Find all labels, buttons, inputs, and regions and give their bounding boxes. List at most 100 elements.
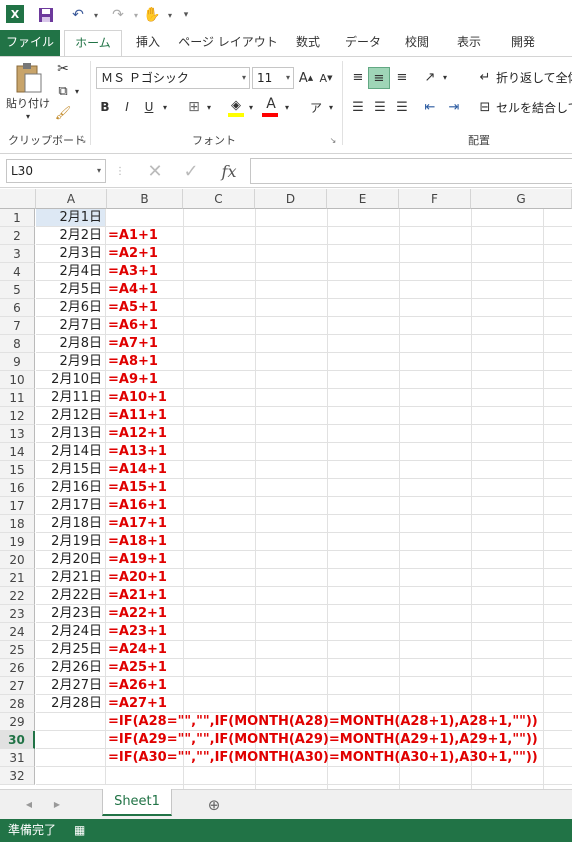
- cell-a[interactable]: [36, 713, 106, 731]
- row-header[interactable]: 1: [0, 209, 35, 227]
- formula-input[interactable]: [250, 158, 572, 184]
- fill-color-dropdown-icon[interactable]: ▾: [246, 97, 256, 117]
- column-header-b[interactable]: B: [107, 189, 183, 209]
- wrap-text-button[interactable]: 折り返して全体を: [496, 69, 572, 87]
- macro-record-icon[interactable]: ▦: [74, 819, 85, 842]
- cell-b[interactable]: =A20+1: [108, 569, 167, 587]
- paste-dropdown-icon[interactable]: ▾: [4, 111, 52, 121]
- tab-view[interactable]: 表示: [446, 30, 492, 56]
- copy-dropdown-icon[interactable]: ▾: [72, 81, 82, 101]
- row-header[interactable]: 23: [0, 605, 35, 623]
- cell-a[interactable]: 2月26日: [36, 659, 106, 677]
- cell-b[interactable]: =A7+1: [108, 335, 158, 353]
- row-header[interactable]: 2: [0, 227, 35, 245]
- increase-indent-icon[interactable]: ⇥: [444, 97, 464, 117]
- row-header[interactable]: 27: [0, 677, 35, 695]
- row-header[interactable]: 17: [0, 497, 35, 515]
- row-header[interactable]: 25: [0, 641, 35, 659]
- cancel-icon[interactable]: ✕: [140, 160, 170, 182]
- row-header[interactable]: 26: [0, 659, 35, 677]
- increase-font-icon[interactable]: A ▲: [298, 69, 314, 87]
- decrease-indent-icon[interactable]: ⇤: [420, 97, 440, 117]
- cell-a[interactable]: 2月5日: [36, 281, 106, 299]
- cell-b[interactable]: =A11+1: [108, 407, 167, 425]
- underline-button[interactable]: U: [140, 97, 158, 117]
- select-all-corner[interactable]: [0, 189, 36, 209]
- cell-a[interactable]: 2月3日: [36, 245, 106, 263]
- cell-a[interactable]: 2月8日: [36, 335, 106, 353]
- font-name-select[interactable]: ＭＳ Ｐゴシック ▾: [96, 67, 250, 89]
- worksheet-grid[interactable]: A B C D E F G 1 2月1日 2 2月2日 =A1+1 3 2月3日 =A2+1 4…: [0, 189, 572, 789]
- fill-color-icon[interactable]: ◈: [226, 95, 246, 115]
- cell-a[interactable]: 2月27日: [36, 677, 106, 695]
- cell-b[interactable]: =A1+1: [108, 227, 158, 245]
- row-header[interactable]: 12: [0, 407, 35, 425]
- cell-a[interactable]: [36, 767, 106, 785]
- orientation-icon[interactable]: ↗: [420, 67, 440, 87]
- tab-home[interactable]: ホーム: [64, 30, 122, 57]
- cell-b[interactable]: =A23+1: [108, 623, 167, 641]
- row-header[interactable]: 13: [0, 425, 35, 443]
- cell-a[interactable]: 2月4日: [36, 263, 106, 281]
- row-header[interactable]: 4: [0, 263, 35, 281]
- cell-b[interactable]: =IF(A28="","",IF(MONTH(A28)=MONTH(A28+1)…: [108, 713, 538, 731]
- cell-b[interactable]: =A13+1: [108, 443, 167, 461]
- cell-a[interactable]: 2月16日: [36, 479, 106, 497]
- font-color-dropdown-icon[interactable]: ▾: [282, 97, 292, 117]
- row-header[interactable]: 28: [0, 695, 35, 713]
- align-middle-icon[interactable]: ≡: [368, 67, 390, 89]
- tab-file[interactable]: ファイル: [0, 30, 60, 56]
- cell-b[interactable]: =A18+1: [108, 533, 167, 551]
- merge-cells-button[interactable]: セルを結合して中: [496, 99, 572, 117]
- cell-a[interactable]: [36, 749, 106, 767]
- column-header-g[interactable]: G: [471, 189, 572, 209]
- row-header[interactable]: 9: [0, 353, 35, 371]
- font-launcher-icon[interactable]: ↘: [328, 135, 338, 145]
- align-bottom-icon[interactable]: ≡: [392, 67, 412, 87]
- row-header[interactable]: 10: [0, 371, 35, 389]
- cell-a[interactable]: 2月7日: [36, 317, 106, 335]
- row-header[interactable]: 11: [0, 389, 35, 407]
- column-header-a[interactable]: A: [36, 189, 107, 209]
- scroll-prev-sheet-icon[interactable]: ◀: [22, 796, 36, 812]
- name-box[interactable]: L30 ▾: [6, 159, 106, 183]
- cell-a[interactable]: 2月15日: [36, 461, 106, 479]
- paste-button[interactable]: 貼り付け: [4, 95, 52, 111]
- cell-a[interactable]: 2月9日: [36, 353, 106, 371]
- align-right-icon[interactable]: ☰: [392, 97, 412, 117]
- merge-cells-icon[interactable]: ⊟: [476, 97, 494, 117]
- undo-icon[interactable]: ↶: [68, 5, 88, 25]
- cell-a[interactable]: 2月13日: [36, 425, 106, 443]
- borders-icon[interactable]: ⊞: [184, 97, 204, 117]
- cell-a[interactable]: 2月17日: [36, 497, 106, 515]
- cell-a[interactable]: 2月1日: [36, 209, 106, 227]
- cell-b[interactable]: =A22+1: [108, 605, 167, 623]
- phonetic-icon[interactable]: ア: [306, 97, 326, 117]
- tab-insert[interactable]: 挿入: [124, 30, 172, 56]
- bold-button[interactable]: B: [96, 97, 114, 117]
- row-header[interactable]: 3: [0, 245, 35, 263]
- tab-data[interactable]: データ: [338, 30, 388, 56]
- paste-icon[interactable]: [8, 61, 48, 95]
- align-center-icon[interactable]: ☰: [370, 97, 390, 117]
- cell-b[interactable]: =A4+1: [108, 281, 158, 299]
- underline-dropdown-icon[interactable]: ▾: [160, 97, 170, 117]
- row-header[interactable]: 7: [0, 317, 35, 335]
- cell-a[interactable]: 2月19日: [36, 533, 106, 551]
- format-painter-icon[interactable]: 🖌: [54, 103, 72, 123]
- cell-a[interactable]: 2月22日: [36, 587, 106, 605]
- row-header[interactable]: 6: [0, 299, 35, 317]
- cell-b[interactable]: =A15+1: [108, 479, 167, 497]
- row-header[interactable]: 5: [0, 281, 35, 299]
- cell-b[interactable]: =A19+1: [108, 551, 167, 569]
- cell-a[interactable]: 2月11日: [36, 389, 106, 407]
- cell-b[interactable]: =A14+1: [108, 461, 167, 479]
- cell-a[interactable]: 2月10日: [36, 371, 106, 389]
- cell-b[interactable]: =IF(A30="","",IF(MONTH(A30)=MONTH(A30+1)…: [108, 749, 538, 767]
- enter-icon[interactable]: ✓: [176, 160, 206, 182]
- cell-a[interactable]: 2月14日: [36, 443, 106, 461]
- row-header[interactable]: 30: [0, 731, 35, 749]
- redo-icon[interactable]: ↷: [108, 5, 128, 25]
- tab-review[interactable]: 校閲: [394, 30, 440, 56]
- insert-function-icon[interactable]: fx: [212, 160, 246, 182]
